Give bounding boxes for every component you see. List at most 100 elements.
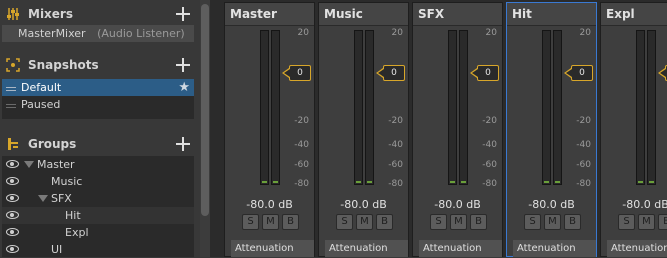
- attenuation-effect[interactable]: Attenuation: [607, 240, 667, 257]
- group-label: Music: [51, 175, 83, 188]
- db-readout: -80.0 dB: [528, 198, 575, 211]
- level-meter-right: [459, 30, 468, 185]
- solo-button[interactable]: S: [336, 214, 353, 230]
- group-item-sfx[interactable]: SFX: [2, 190, 194, 207]
- level-meter-left: [354, 30, 363, 185]
- strip-name: Expl: [601, 3, 667, 26]
- solo-button[interactable]: S: [618, 214, 635, 230]
- mute-button[interactable]: M: [638, 214, 655, 230]
- left-scrollbar-thumb[interactable]: [201, 4, 209, 216]
- scale-tick-label: -40: [482, 140, 497, 150]
- strip-buttons: SMB: [524, 214, 581, 230]
- eye-icon[interactable]: [6, 211, 19, 219]
- db-readout: -80.0 dB: [246, 198, 293, 211]
- group-label: SFX: [51, 192, 72, 205]
- bypass-button[interactable]: B: [658, 214, 667, 230]
- bypass-button[interactable]: B: [564, 214, 581, 230]
- mixer-strips: Master200-20-40-60-800-80.0 dBSMBAttenua…: [222, 0, 667, 257]
- panel-divider: [210, 0, 222, 257]
- strip-buttons: SMB: [336, 214, 393, 230]
- group-item-hit[interactable]: Hit: [2, 207, 194, 224]
- mixers-list: MasterMixer (Audio Listener): [2, 25, 194, 42]
- snapshots-header: Snapshots: [0, 55, 196, 75]
- snapshots-list: Default ★ Paused: [2, 79, 194, 119]
- level-meter-right: [553, 30, 562, 185]
- scale-tick-label: -80: [576, 179, 591, 189]
- groups-header: Groups: [0, 134, 196, 154]
- attenuation-effect[interactable]: Attenuation: [419, 240, 502, 257]
- snapshots-title: Snapshots: [28, 58, 99, 72]
- scale-tick-label: -80: [482, 179, 497, 189]
- level-meter-left: [260, 30, 269, 185]
- mixer-item[interactable]: MasterMixer (Audio Listener): [2, 25, 194, 42]
- mixer-name: MasterMixer: [18, 27, 86, 40]
- strip-buttons: SMB: [618, 214, 667, 230]
- mixer-strip-hit[interactable]: Hit200-20-40-60-800-80.0 dBSMBAttenuatio…: [506, 2, 597, 257]
- eye-icon[interactable]: [6, 228, 19, 236]
- strip-name: SFX: [413, 3, 502, 26]
- eye-icon[interactable]: [6, 177, 19, 185]
- level-meter-left: [636, 30, 645, 185]
- snapshot-label: Default: [21, 81, 62, 94]
- attenuation-effect[interactable]: Attenuation: [325, 240, 408, 257]
- group-item-ui[interactable]: UI: [2, 241, 194, 258]
- groups-title: Groups: [28, 137, 77, 151]
- db-readout: -80.0 dB: [622, 198, 667, 211]
- scale-tick-label: 20: [391, 28, 403, 38]
- mute-button[interactable]: M: [262, 214, 279, 230]
- mute-button[interactable]: M: [356, 214, 373, 230]
- snapshot-item-default[interactable]: Default ★: [2, 79, 194, 96]
- strip-buttons: SMB: [430, 214, 487, 230]
- scale-tick-label: -60: [576, 160, 591, 170]
- group-label: UI: [51, 243, 63, 256]
- mixer-strip-sfx[interactable]: SFX200-20-40-60-800-80.0 dBSMBAttenuatio…: [412, 2, 503, 257]
- scale-tick-label: -40: [294, 140, 309, 150]
- scale-tick-label: -20: [576, 116, 591, 126]
- db-readout: -80.0 dB: [340, 198, 387, 211]
- strip-name: Hit: [507, 3, 596, 26]
- level-meter-right: [271, 30, 280, 185]
- strip-name: Music: [319, 3, 408, 26]
- group-item-master[interactable]: Master: [2, 156, 194, 173]
- mixer-strip-master[interactable]: Master200-20-40-60-800-80.0 dBSMBAttenua…: [224, 2, 315, 257]
- snapshot-item-paused[interactable]: Paused: [2, 96, 194, 113]
- bypass-button[interactable]: B: [282, 214, 299, 230]
- level-meter-left: [448, 30, 457, 185]
- drag-handle-icon: [6, 104, 16, 105]
- solo-button[interactable]: S: [524, 214, 541, 230]
- mute-button[interactable]: M: [544, 214, 561, 230]
- expand-arrow-icon[interactable]: [24, 161, 34, 168]
- add-snapshot-plus-icon[interactable]: [176, 58, 190, 72]
- mixers-title: Mixers: [28, 7, 73, 21]
- scale-tick-label: -20: [294, 116, 309, 126]
- volume-fader-handle[interactable]: 0: [376, 65, 405, 81]
- expand-arrow-icon[interactable]: [38, 195, 48, 202]
- mixer-strip-music[interactable]: Music200-20-40-60-800-80.0 dBSMBAttenuat…: [318, 2, 409, 257]
- bypass-button[interactable]: B: [470, 214, 487, 230]
- volume-fader-handle[interactable]: 0: [564, 65, 593, 81]
- volume-fader-handle[interactable]: 0: [470, 65, 499, 81]
- eye-icon[interactable]: [6, 245, 19, 253]
- solo-button[interactable]: S: [242, 214, 259, 230]
- eye-icon[interactable]: [6, 160, 19, 168]
- star-icon[interactable]: ★: [178, 79, 190, 96]
- bypass-button[interactable]: B: [376, 214, 393, 230]
- solo-button[interactable]: S: [430, 214, 447, 230]
- mixers-header: Mixers: [0, 4, 196, 24]
- attenuation-effect[interactable]: Attenuation: [231, 240, 314, 257]
- level-meter-right: [365, 30, 374, 185]
- scale-tick-label: 20: [579, 28, 591, 38]
- scale-tick-label: -60: [388, 160, 403, 170]
- groups-icon: [6, 137, 20, 151]
- mute-button[interactable]: M: [450, 214, 467, 230]
- volume-fader-handle[interactable]: 0: [282, 65, 311, 81]
- attenuation-effect[interactable]: Attenuation: [513, 240, 596, 257]
- eye-icon[interactable]: [6, 194, 19, 202]
- strip-buttons: SMB: [242, 214, 299, 230]
- add-group-plus-icon[interactable]: [176, 137, 190, 151]
- add-mixer-plus-icon[interactable]: [176, 7, 190, 21]
- scale-tick-label: -60: [294, 160, 309, 170]
- group-item-music[interactable]: Music: [2, 173, 194, 190]
- group-item-expl[interactable]: Expl: [2, 224, 194, 241]
- mixer-strip-expl[interactable]: Expl200-20-40-60-800-80.0 dBSMBAttenuati…: [600, 2, 667, 257]
